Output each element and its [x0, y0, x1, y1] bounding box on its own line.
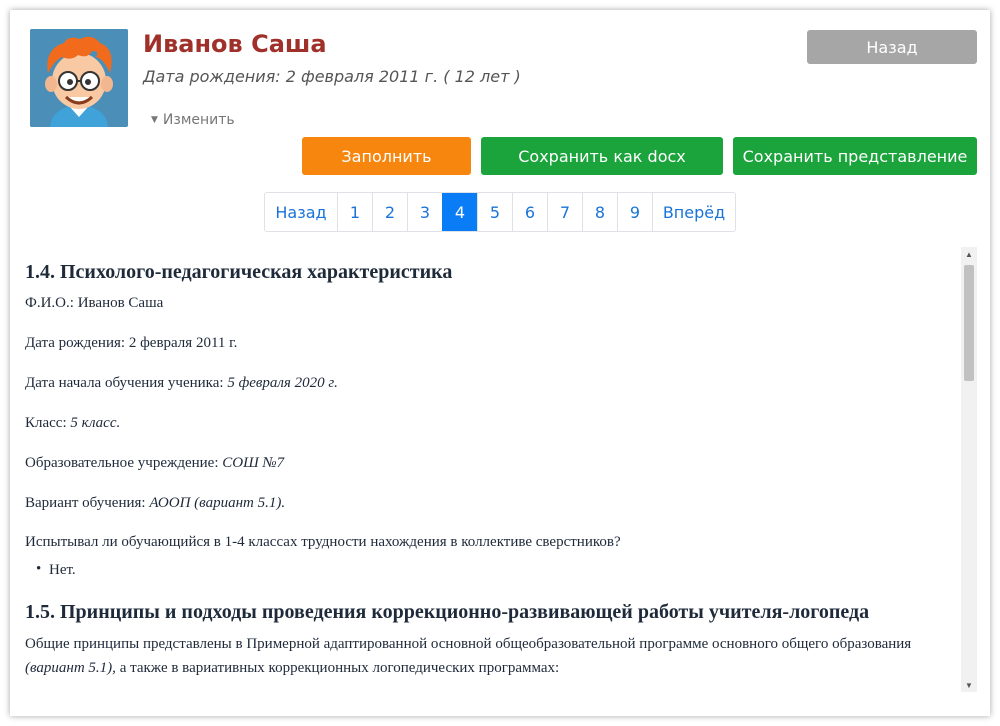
answer-bullet: Нет.: [36, 561, 76, 579]
study-start-line: Дата начала обучения ученика: 5 февраля …: [25, 375, 338, 391]
page-link[interactable]: 5: [477, 193, 512, 231]
pagination-prev[interactable]: Назад: [265, 193, 337, 231]
page-link[interactable]: 3: [407, 193, 442, 231]
page-link[interactable]: 7: [547, 193, 582, 231]
avatar: [30, 29, 128, 127]
scrollbar-thumb[interactable]: [964, 265, 974, 381]
student-name: Иванов Саша: [143, 30, 327, 58]
edit-dropdown[interactable]: ▼ Изменить: [151, 112, 235, 128]
question-line: Испытывал ли обучающийся в 1-4 классах т…: [25, 534, 621, 550]
scroll-down-icon[interactable]: ▼: [961, 678, 977, 692]
pagination: Назад 1 2 3 4 5 6 7 8 9 Вперёд: [264, 192, 736, 232]
page-link[interactable]: 1: [337, 193, 372, 231]
page-link[interactable]: 9: [617, 193, 652, 231]
edit-label: Изменить: [162, 112, 235, 128]
fio-line: Ф.И.О.: Иванов Саша: [25, 295, 164, 311]
page-link[interactable]: 8: [582, 193, 617, 231]
document-preview: 1.4. Психолого-педагогическая характерис…: [25, 247, 960, 692]
scroll-up-icon[interactable]: ▲: [961, 247, 977, 261]
page-link[interactable]: 6: [512, 193, 547, 231]
school-line: Образовательное учреждение: СОШ №7: [25, 455, 285, 471]
student-birth-date: Дата рождения: 2 февраля 2011 г. ( 12 ле…: [143, 67, 521, 86]
pagination-next[interactable]: Вперёд: [652, 193, 735, 231]
page-link-active[interactable]: 4: [442, 193, 477, 231]
variant-line: Вариант обучения: АООП (вариант 5.1).: [25, 495, 286, 511]
principles-paragraph-cont: (вариант 5.1), а также в вариативных кор…: [25, 660, 560, 676]
section-heading-1-5: 1.5. Принципы и подходы проведения корре…: [25, 601, 870, 623]
back-button[interactable]: Назад: [807, 30, 977, 64]
caret-down-icon: ▼: [151, 115, 158, 125]
birth-line: Дата рождения: 2 февраля 2011 г.: [25, 335, 238, 351]
principles-paragraph: Общие принципы представлены в Примерной …: [25, 636, 912, 652]
save-view-button[interactable]: Сохранить представление: [733, 137, 977, 175]
section-heading-1-4: 1.4. Психолого-педагогическая характерис…: [25, 261, 453, 283]
profile-panel: Иванов Саша Дата рождения: 2 февраля 201…: [10, 10, 990, 716]
class-line: Класс: 5 класс.: [25, 415, 121, 431]
save-docx-button[interactable]: Сохранить как docx: [481, 137, 723, 175]
document-scrollbar[interactable]: ▲ ▼: [961, 247, 977, 692]
fill-button[interactable]: Заполнить: [302, 137, 471, 175]
cartoon-boy-icon: [30, 29, 128, 127]
page-link[interactable]: 2: [372, 193, 407, 231]
